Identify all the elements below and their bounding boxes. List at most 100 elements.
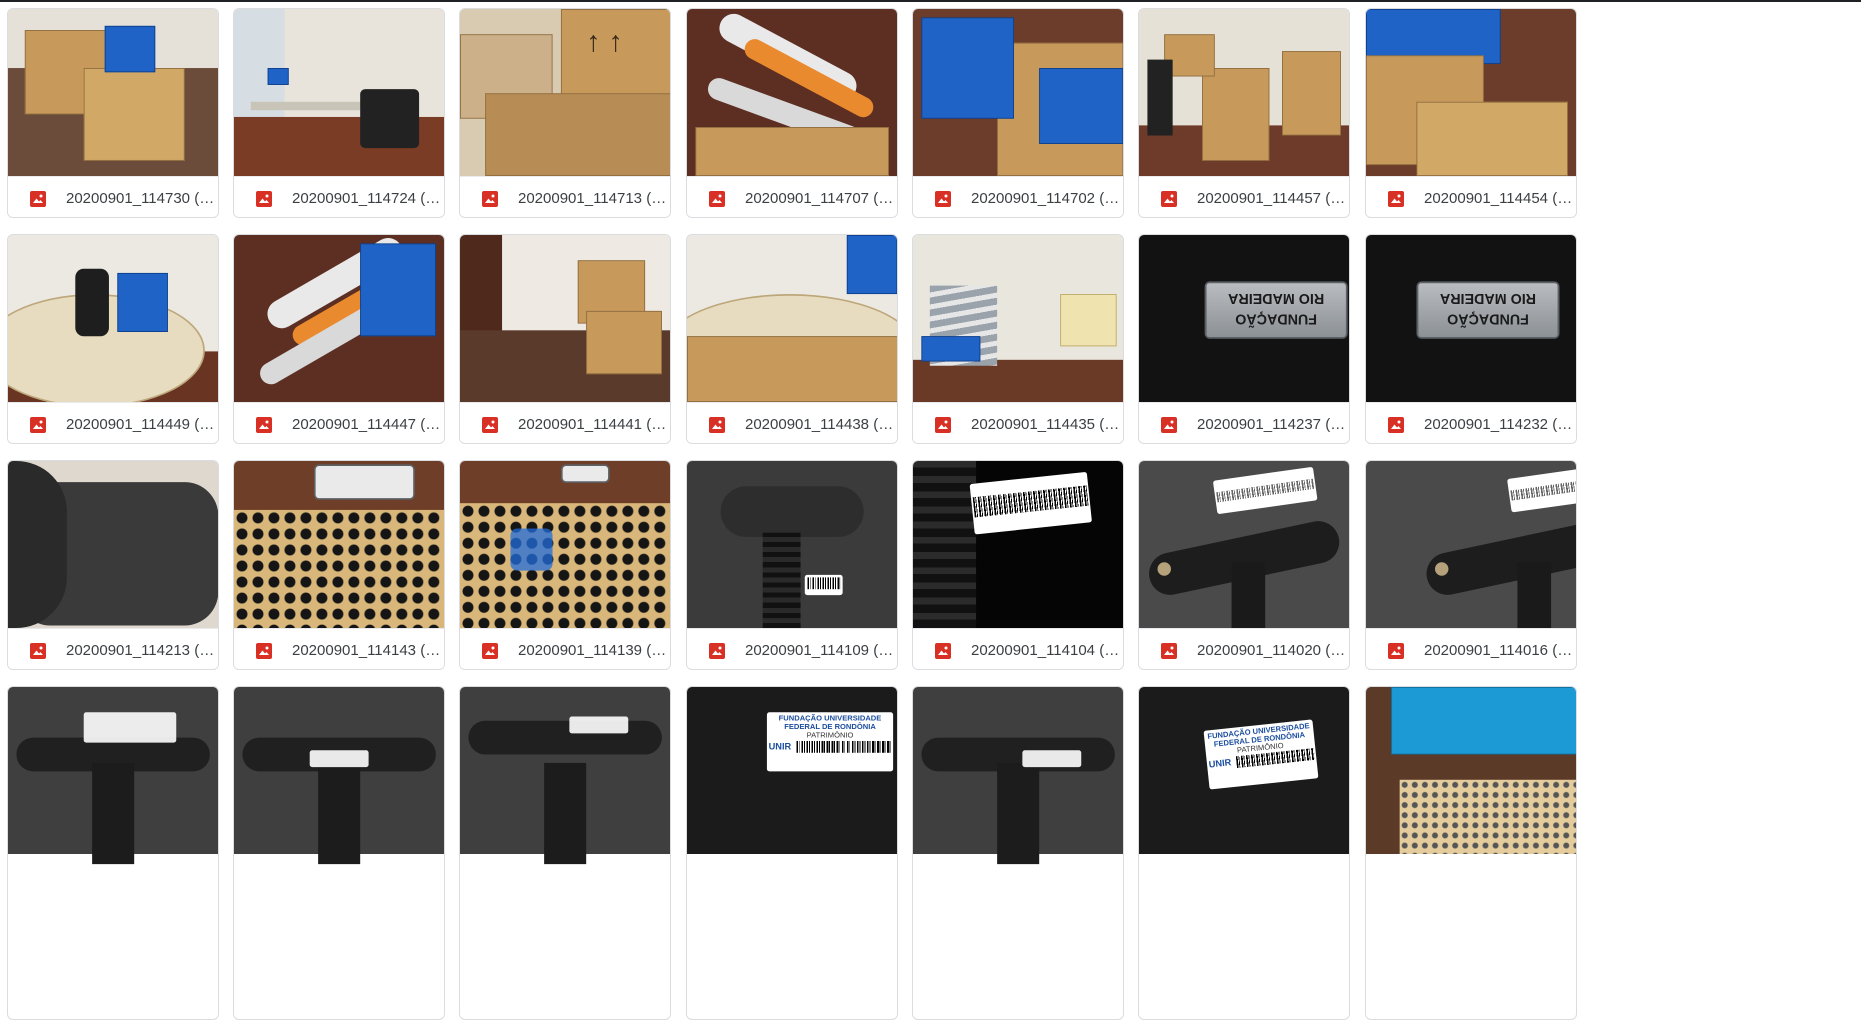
file-card-footer: 20200901_114457 (1).jpg (1139, 176, 1349, 217)
image-file-icon (1388, 190, 1404, 207)
file-thumbnail (913, 687, 1123, 1019)
image-file-icon (256, 190, 272, 207)
label-brand: UNIR (1208, 757, 1232, 771)
file-name: 20200901_114139 (1).jpg (518, 642, 670, 659)
image-file-icon (935, 190, 951, 207)
file-thumbnail (687, 461, 897, 628)
file-card[interactable]: 20200901_114213 (1).jpg (7, 460, 219, 670)
file-thumbnail (8, 9, 218, 176)
file-thumbnail: RIO MADEIRA FUNDAÇÃO (1366, 235, 1576, 402)
file-card[interactable]: 20200901_114447 (1).jpg (233, 234, 445, 444)
file-thumbnail (913, 235, 1123, 402)
image-file-icon (709, 416, 725, 433)
file-card-footer: 20200901_114237 (1).jpg (1139, 402, 1349, 443)
file-card-footer: 20200901_114447 (1).jpg (234, 402, 444, 443)
label-line: PATRIMÔNIO (806, 730, 854, 740)
file-grid: 20200901_114730 (1).jpg 20200901_114724 … (0, 0, 1861, 1020)
file-card[interactable]: FUNDAÇÃO UNIVERSIDADE FEDERAL DE RONDÔNI… (686, 686, 898, 1020)
file-card[interactable] (1365, 686, 1577, 1020)
file-card-footer: 20200901_114724 (1).jpg (234, 176, 444, 217)
file-card[interactable]: 20200901_114109 (1).jpg (686, 460, 898, 670)
plate-line: FUNDAÇÃO (1235, 310, 1318, 327)
image-file-icon (256, 642, 272, 659)
file-card[interactable]: 20200901_114449 (1).jpg (7, 234, 219, 444)
image-file-icon (935, 642, 951, 659)
image-file-icon (482, 190, 498, 207)
file-thumbnail (1139, 461, 1349, 628)
file-card[interactable]: 20200901_114143 (1).jpg (233, 460, 445, 670)
file-card[interactable]: 20200901_114016 (1).jpg (1365, 460, 1577, 670)
file-name: 20200901_114454 (1).jpg (1424, 190, 1576, 207)
file-card-footer: 20200901_114702 (1).jpg (913, 176, 1123, 217)
file-name: 20200901_114143 (1).jpg (292, 642, 444, 659)
file-name: 20200901_114730 (1).jpg (66, 190, 218, 207)
file-card-footer: 20200901_114713 (1).jpg (460, 176, 670, 217)
file-card[interactable]: 20200901_114454 (1).jpg (1365, 8, 1577, 218)
file-card[interactable]: 20200901_114139 (1).jpg (459, 460, 671, 670)
file-thumbnail (8, 687, 218, 1019)
plate-line: RIO MADEIRA (1439, 290, 1537, 307)
file-thumbnail: RIO MADEIRA FUNDAÇÃO (1139, 235, 1349, 402)
file-name: 20200901_114020 (1).jpg (1197, 642, 1349, 659)
image-file-icon (30, 642, 46, 659)
file-card[interactable]: RIO MADEIRA FUNDAÇÃO 20200901_114232 (1)… (1365, 234, 1577, 444)
file-thumbnail: FUNDAÇÃO UNIVERSIDADE FEDERAL DE RONDÔNI… (1139, 687, 1349, 1019)
file-thumbnail (1366, 9, 1576, 176)
file-thumbnail (234, 687, 444, 1019)
file-card[interactable]: 20200901_114438 (1).jpg (686, 234, 898, 444)
label-brand: UNIR (768, 741, 792, 752)
file-card[interactable]: 20200901_114435 (1).jpg (912, 234, 1124, 444)
file-card-footer: 20200901_114438 (1).jpg (687, 402, 897, 443)
file-thumbnail (913, 9, 1123, 176)
file-name: 20200901_114104 (1).jpg (971, 642, 1123, 659)
file-thumbnail: ↑ ↑ (460, 9, 670, 176)
file-card-footer: 20200901_114143 (1).jpg (234, 628, 444, 669)
file-name: 20200901_114237 (1).jpg (1197, 416, 1349, 433)
file-card-footer: 20200901_114730 (1).jpg (8, 176, 218, 217)
image-file-icon (256, 416, 272, 433)
file-thumbnail (8, 461, 218, 628)
file-thumbnail (687, 235, 897, 402)
file-card[interactable]: RIO MADEIRA FUNDAÇÃO 20200901_114237 (1)… (1138, 234, 1350, 444)
plate-line: FUNDAÇÃO (1447, 310, 1529, 327)
file-card[interactable] (7, 686, 219, 1020)
file-card[interactable]: 20200901_114724 (1).jpg (233, 8, 445, 218)
file-name: 20200901_114449 (1).jpg (66, 416, 218, 433)
file-card[interactable] (233, 686, 445, 1020)
file-card[interactable]: 20200901_114441 (1).jpg (459, 234, 671, 444)
file-card-footer: 20200901_114104 (1).jpg (913, 628, 1123, 669)
image-file-icon (30, 190, 46, 207)
file-card[interactable]: 20200901_114707 (1).jpg (686, 8, 898, 218)
file-card[interactable]: FUNDAÇÃO UNIVERSIDADE FEDERAL DE RONDÔNI… (1138, 686, 1350, 1020)
file-name: 20200901_114016 (1).jpg (1424, 642, 1576, 659)
file-thumbnail (1139, 9, 1349, 176)
file-name: 20200901_114435 (1).jpg (971, 416, 1123, 433)
image-file-icon (1161, 190, 1177, 207)
file-card-footer: 20200901_114232 (1).jpg (1366, 402, 1576, 443)
file-name: 20200901_114438 (1).jpg (745, 416, 897, 433)
file-thumbnail (234, 461, 444, 628)
file-name: 20200901_114724 (1).jpg (292, 190, 444, 207)
file-card-footer: 20200901_114449 (1).jpg (8, 402, 218, 443)
image-file-icon (709, 642, 725, 659)
file-card[interactable]: 20200901_114457 (1).jpg (1138, 8, 1350, 218)
file-name: 20200901_114457 (1).jpg (1197, 190, 1349, 207)
file-card-footer: 20200901_114454 (1).jpg (1366, 176, 1576, 217)
file-name: 20200901_114441 (1).jpg (518, 416, 670, 433)
file-thumbnail (234, 9, 444, 176)
file-card-footer: 20200901_114139 (1).jpg (460, 628, 670, 669)
image-file-icon (482, 416, 498, 433)
file-thumbnail (687, 9, 897, 176)
file-card[interactable]: 20200901_114020 (1).jpg (1138, 460, 1350, 670)
file-card[interactable]: 20200901_114730 (1).jpg (7, 8, 219, 218)
file-card[interactable]: 20200901_114702 (1).jpg (912, 8, 1124, 218)
file-card[interactable] (459, 686, 671, 1020)
file-card[interactable]: 20200901_114104 (1).jpg (912, 460, 1124, 670)
file-card[interactable] (912, 686, 1124, 1020)
plate-line: RIO MADEIRA (1228, 290, 1325, 307)
file-card-footer: 20200901_114016 (1).jpg (1366, 628, 1576, 669)
file-thumbnail (460, 461, 670, 628)
file-name: 20200901_114702 (1).jpg (971, 190, 1123, 207)
file-name: 20200901_114232 (1).jpg (1424, 416, 1576, 433)
file-card[interactable]: ↑ ↑ 20200901_114713 (1).jpg (459, 8, 671, 218)
